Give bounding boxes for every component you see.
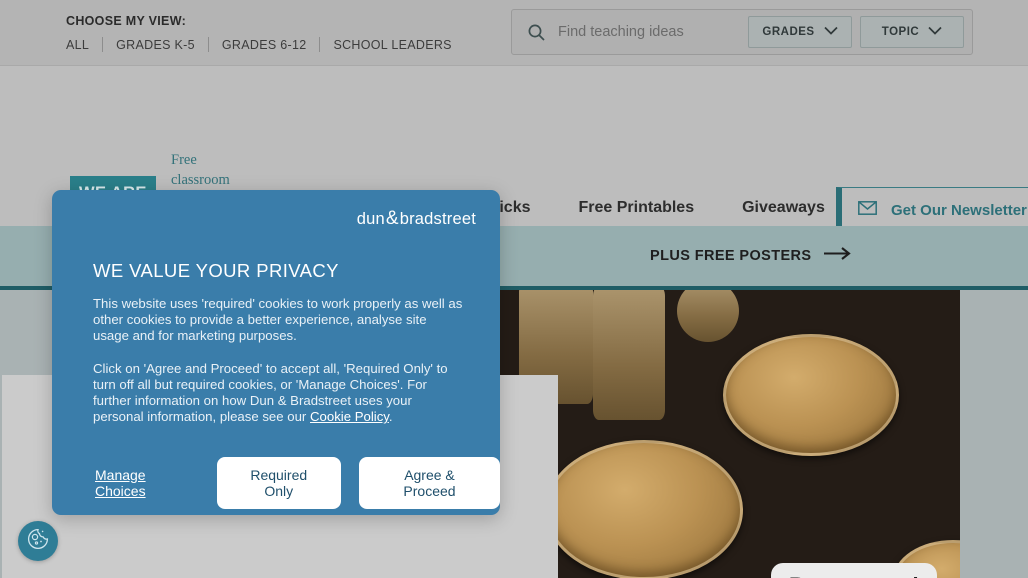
privacy-paragraph-2: Click on 'Agree and Proceed' to accept a… (93, 361, 465, 426)
privacy-paragraph-2-text: Click on 'Agree and Proceed' to accept a… (93, 360, 448, 425)
privacy-dialog-body: This website uses 'required' cookies to … (93, 296, 465, 425)
view-chooser-title: CHOOSE MY VIEW: (66, 14, 187, 28)
photo-beaker (593, 290, 665, 420)
topic-filter-button[interactable]: TOPIC (860, 16, 964, 48)
privacy-paragraph-2-tail: . (388, 409, 393, 425)
search-input[interactable] (558, 24, 748, 40)
privacy-paragraph-1: This website uses 'required' cookies to … (93, 296, 463, 344)
view-link-grades-k5[interactable]: GRADES K-5 (116, 38, 195, 52)
view-links: ALL GRADES K-5 GRADES 6-12 SCHOOL LEADER… (66, 37, 452, 52)
search-bar: GRADES TOPIC (511, 9, 973, 55)
hero-photo[interactable]: Banana peel bio-plastic (497, 290, 960, 578)
photo-caption: Banana peel bio-plastic (771, 563, 937, 578)
manage-choices-button[interactable]: Manage Choices (93, 461, 199, 505)
grades-filter-label: GRADES (762, 26, 815, 38)
grades-filter-button[interactable]: GRADES (748, 16, 852, 48)
cookie-icon (26, 527, 50, 556)
cookie-policy-link[interactable]: Cookie Policy (310, 409, 389, 424)
envelope-icon (858, 201, 877, 220)
view-link-divider (207, 37, 209, 52)
brand-text-dun: dun (356, 210, 385, 228)
nav-item-giveaways[interactable]: Giveaways (742, 199, 825, 217)
privacy-dialog-heading: WE VALUE YOUR PRIVACY (93, 260, 339, 281)
dun-bradstreet-logo: dun & bradstreet (357, 208, 476, 230)
utility-bar: CHOOSE MY VIEW: ALL GRADES K-5 GRADES 6-… (0, 0, 1028, 66)
topic-filter-label: TOPIC (881, 26, 920, 38)
privacy-dialog-actions: Manage Choices Required Only Agree & Pro… (93, 457, 500, 509)
brand-text-bradstreet: bradstreet (399, 210, 476, 228)
required-only-button[interactable]: Required Only (216, 457, 341, 509)
view-link-school-leaders[interactable]: SCHOOL LEADERS (333, 38, 451, 52)
arrow-right-icon (823, 247, 852, 265)
agree-and-proceed-button[interactable]: Agree & Proceed (358, 457, 500, 509)
photo-petri-dish (545, 440, 743, 578)
newsletter-button-label: Get Our Newsletter (891, 202, 1027, 219)
nav-item-free-printables[interactable]: Free Printables (579, 199, 695, 217)
promo-cta-link[interactable]: PLUS FREE POSTERS (650, 247, 852, 265)
view-link-divider (102, 37, 104, 52)
search-icon[interactable] (527, 23, 546, 42)
view-link-divider (319, 37, 321, 52)
chevron-down-icon (823, 26, 838, 38)
chevron-down-icon (928, 26, 942, 38)
photo-petri-dish (723, 334, 899, 456)
view-chooser: CHOOSE MY VIEW: ALL GRADES K-5 GRADES 6-… (66, 12, 452, 52)
privacy-consent-dialog: dun & bradstreet WE VALUE YOUR PRIVACY T… (52, 190, 500, 515)
brand-ampersand: & (385, 208, 399, 229)
view-link-grades-6-12[interactable]: GRADES 6-12 (222, 38, 307, 52)
view-link-all[interactable]: ALL (66, 38, 89, 52)
promo-cta-label: PLUS FREE POSTERS (650, 248, 812, 264)
photo-caption-line-1: Banana peel (789, 571, 919, 578)
cookie-settings-button[interactable] (18, 521, 58, 561)
page-root: CHOOSE MY VIEW: ALL GRADES K-5 GRADES 6-… (0, 0, 1028, 578)
